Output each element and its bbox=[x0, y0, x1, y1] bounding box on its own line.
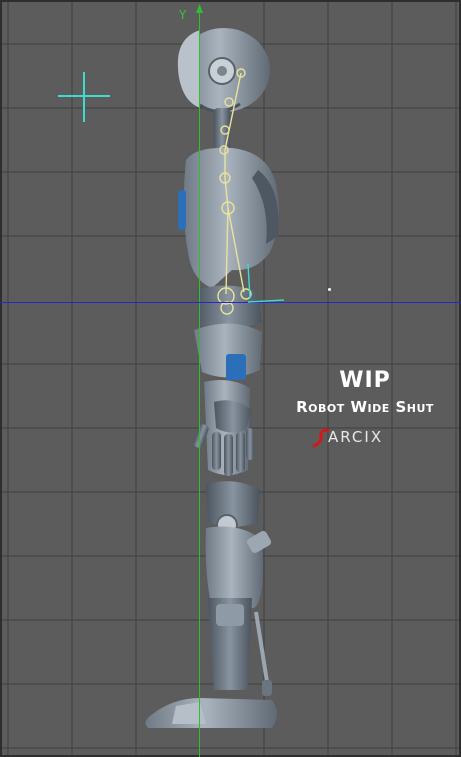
project-subtitle: Robot Wide Shut bbox=[296, 398, 434, 416]
y-axis-arrow bbox=[196, 4, 203, 13]
crosshair-icon[interactable] bbox=[56, 72, 112, 124]
sarcix-logo: ARCIX bbox=[308, 426, 428, 448]
marker-dot bbox=[328, 288, 331, 291]
logo-text: ARCIX bbox=[328, 428, 384, 446]
y-axis-label: Y bbox=[179, 8, 187, 22]
3d-viewport[interactable]: Y WIP Robot Wide Shut ARCIX bbox=[0, 0, 461, 757]
wip-title: WIP bbox=[339, 368, 391, 393]
